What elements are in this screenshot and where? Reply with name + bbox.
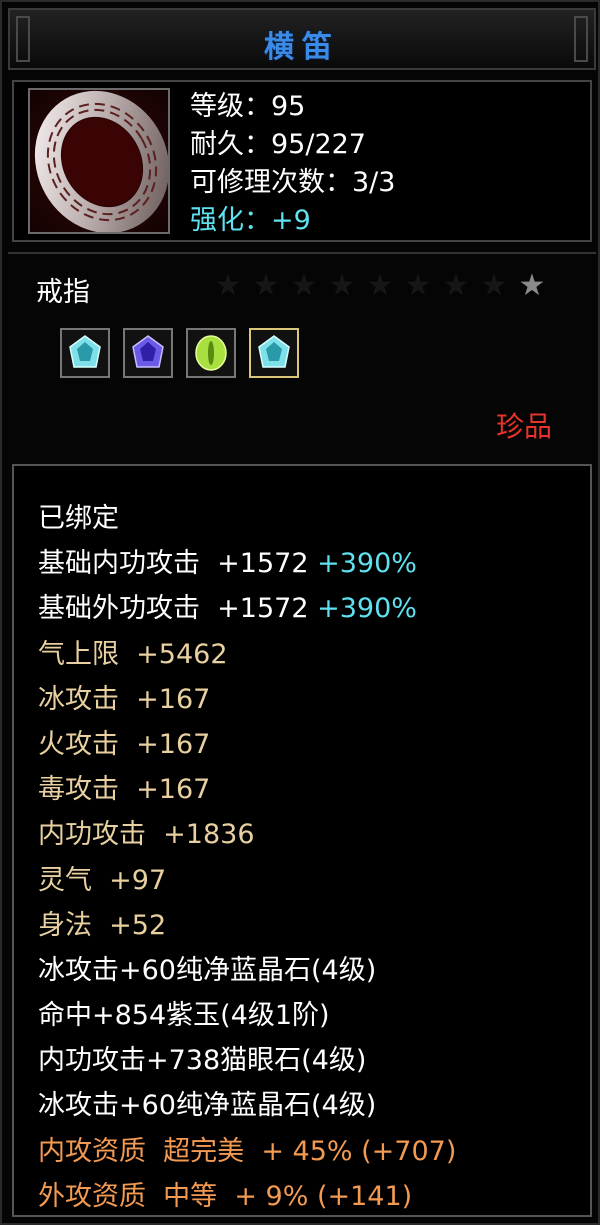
base-outer-attack-label: 基础外功攻击 +1572 — [38, 593, 309, 625]
star-icon: ★ — [442, 268, 470, 303]
attribute-panel: 已绑定 基础内功攻击 +1572 +390% 基础外功攻击 +1572 +390… — [12, 464, 592, 1217]
attr-line: 灵气 +97 — [38, 864, 167, 896]
base-outer-attack-pct: +390% — [317, 593, 417, 625]
cyan-crystal-icon — [258, 335, 290, 368]
star-icon: ★ — [404, 268, 432, 303]
repair-count-text: 可修理次数：3/3 — [190, 167, 396, 198]
gem-slot-4[interactable] — [249, 328, 299, 378]
durability-text: 耐久：95/227 — [190, 129, 366, 160]
item-info-panel: 等级：95 耐久：95/227 可修理次数：3/3 强化：+9 — [12, 80, 592, 242]
star-icon: ★ — [252, 268, 280, 303]
divider — [8, 252, 596, 254]
gem-slot-3[interactable] — [186, 328, 236, 378]
gem-slot-2[interactable] — [123, 328, 173, 378]
gem-slot-1[interactable] — [60, 328, 110, 378]
star-icon: ★ — [366, 268, 394, 303]
item-name: 横笛 — [264, 30, 340, 65]
star-icon: ★ — [214, 268, 242, 303]
attr-line: 气上限 +5462 — [38, 638, 228, 670]
star-icon: ★ — [328, 268, 356, 303]
star-rating: ★ ★ ★ ★ ★ ★ ★ ★ ★ — [210, 268, 550, 304]
attr-line: 冰攻击 +167 — [38, 683, 211, 715]
purple-jade-icon — [132, 335, 164, 368]
attr-line: 内功攻击 +1836 — [38, 819, 255, 851]
attr-line: 毒攻击 +167 — [38, 774, 211, 806]
gem-slots — [60, 328, 299, 378]
ring-icon — [34, 90, 170, 234]
gem-bonus-line: 命中+854紫玉(4级1阶) — [38, 1000, 330, 1032]
star-icon: ★ — [480, 268, 508, 303]
star-icon: ★ — [518, 268, 546, 303]
gem-bonus-line: 冰攻击+60纯净蓝晶石(4级) — [38, 954, 377, 986]
base-inner-attack-line: 基础内功攻击 +1572 +390% — [38, 541, 456, 586]
item-stats: 等级：95 耐久：95/227 可修理次数：3/3 强化：+9 — [190, 88, 395, 240]
rarity-label: 珍品 — [495, 410, 552, 443]
base-inner-attack-pct: +390% — [317, 548, 417, 580]
cyan-crystal-icon — [69, 335, 101, 368]
bound-status: 已绑定 — [38, 503, 119, 534]
quality-line: 外攻资质 中等 + 9% (+141) — [38, 1180, 413, 1212]
enhance-text: 强化：+9 — [190, 205, 311, 236]
attr-line: 火攻击 +167 — [38, 728, 211, 760]
base-outer-attack-line: 基础外功攻击 +1572 +390% — [38, 586, 456, 631]
item-icon[interactable] — [28, 88, 170, 234]
gem-bonus-line: 冰攻击+60纯净蓝晶石(4级) — [38, 1090, 377, 1122]
star-icon: ★ — [290, 268, 318, 303]
attr-line: 身法 +52 — [38, 909, 167, 941]
quality-line: 内攻资质 超完美 + 45% (+707) — [38, 1135, 457, 1167]
gem-bonus-line: 内功攻击+738猫眼石(4级) — [38, 1045, 367, 1077]
level-text: 等级：95 — [190, 91, 306, 122]
title-bar-right-cap — [574, 16, 588, 62]
base-inner-attack-label: 基础内功攻击 +1572 — [38, 548, 309, 580]
item-type: 戒指 — [36, 277, 90, 308]
title-bar: 横笛 — [8, 8, 596, 70]
cats-eye-icon — [195, 335, 227, 371]
item-tooltip: 横笛 等级：95 耐久：95/227 可修理次数：3/3 强化：+9 戒指 ★ … — [0, 0, 600, 1225]
